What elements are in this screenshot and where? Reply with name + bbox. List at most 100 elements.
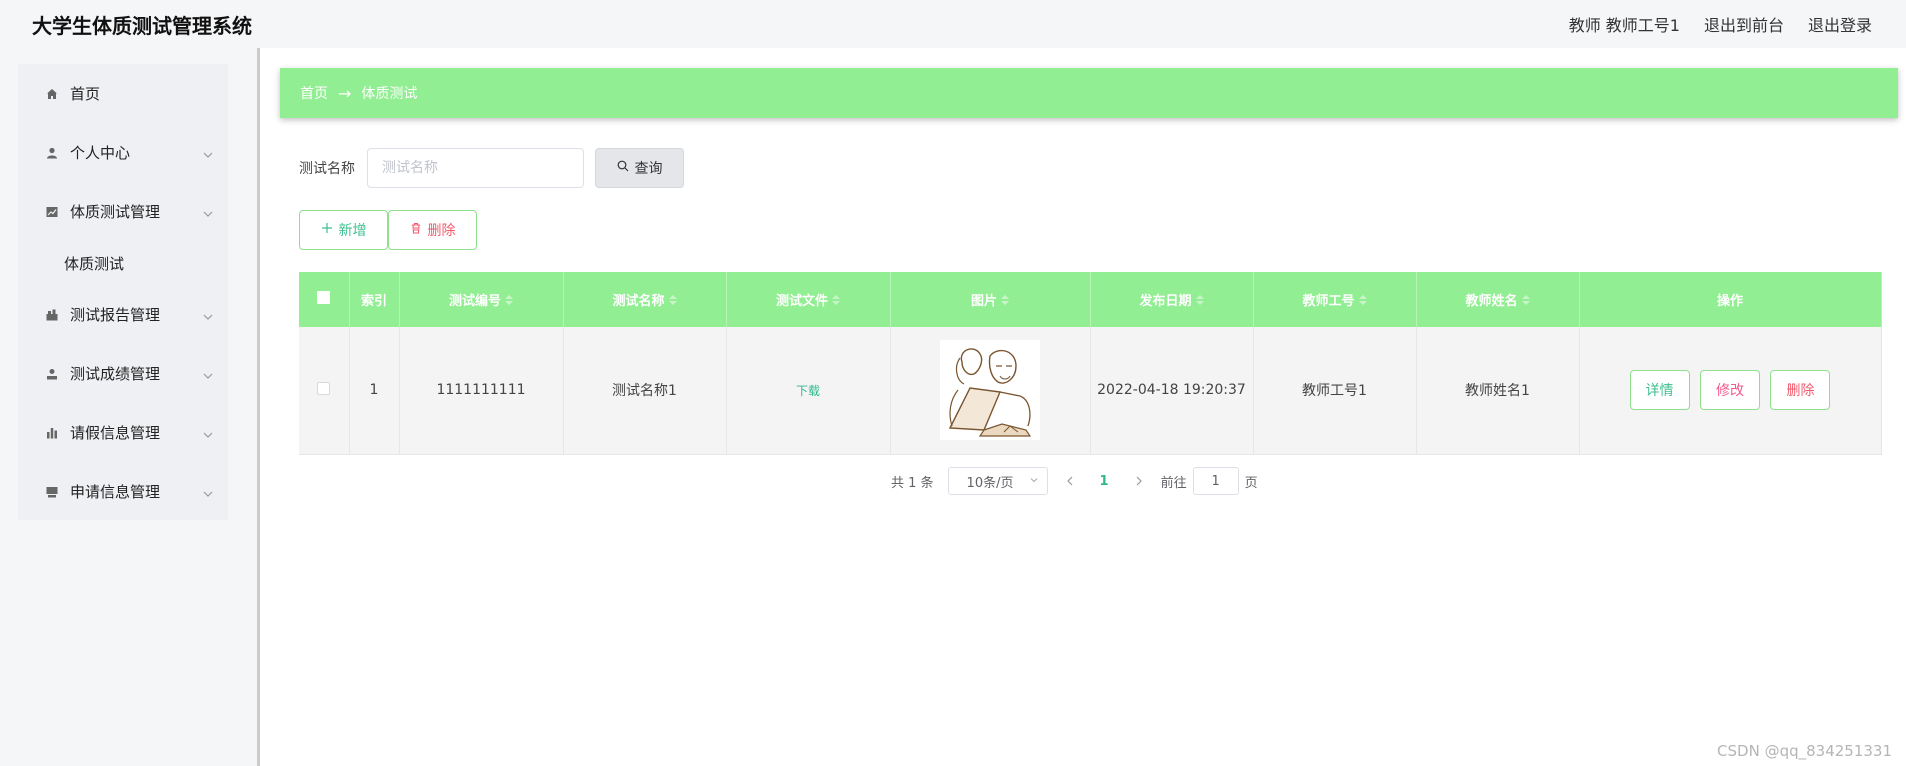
sidebar-item-leave-info-management[interactable]: 请假信息管理 [18,403,228,462]
query-button[interactable]: 查询 [595,148,684,188]
watermark: CSDN @qq_834251331 [1717,742,1892,760]
batch-delete-button[interactable]: 删除 [388,210,477,250]
logout-link[interactable]: 退出登录 [1808,12,1872,36]
user-icon [44,145,60,161]
sidebar-item-label: 体质测试管理 [70,203,161,221]
page-size-select[interactable]: 10条/页 [947,467,1048,495]
page-size-value: 10条/页 [966,475,1014,491]
sidebar: 首页 个人中心 体质测试管理 体质测试 测试报告管理 测试成绩管理 请假信息管理… [18,64,228,520]
sort-icon [1358,294,1367,309]
prev-page-button[interactable] [1064,476,1076,486]
data-table: 索引 测试编号 测试名称 测试文件 图片 发布日期 教师工号 教师姓名 操作 1… [299,272,1882,455]
chart-icon [44,204,60,220]
table-row: 1 1111111111 测试名称1 下载 2022-04-18 19:20:3… [299,327,1882,454]
breadcrumb-current: 体质测试 [361,86,418,102]
cell-test-file: 下载 [726,327,891,454]
chevron-down-icon [202,147,214,159]
column-header-test-file[interactable]: 测试文件 [726,272,891,327]
sidebar-item-test-score-management[interactable]: 测试成绩管理 [18,344,228,403]
row-delete-button[interactable]: 删除 [1770,370,1831,411]
sidebar-item-label: 测试成绩管理 [70,365,161,383]
cell-teacher-name: 教师姓名1 [1416,327,1580,454]
column-header-publish-date[interactable]: 发布日期 [1090,272,1254,327]
goto-page-input[interactable] [1192,467,1239,495]
trash-icon [410,222,422,238]
download-link[interactable]: 下载 [796,384,820,398]
exit-to-frontend-link[interactable]: 退出到前台 [1704,12,1784,36]
home-icon [44,86,60,102]
search-icon [617,160,629,176]
select-all-checkbox[interactable] [317,291,331,304]
column-header-teacher-no[interactable]: 教师工号 [1253,272,1417,327]
chevron-down-icon [202,486,214,498]
sidebar-item-label: 首页 [70,85,101,103]
column-header-test-name[interactable]: 测试名称 [563,272,727,327]
search-form: 测试名称 查询 [299,148,684,188]
report-icon [44,307,60,323]
column-header-label: 测试文件 [775,294,828,309]
column-header-label: 测试编号 [448,294,501,309]
column-header-test-no[interactable]: 测试编号 [399,272,564,327]
column-header: 索引 [349,272,400,327]
sort-icon [832,294,840,309]
row-select-cell [299,327,350,454]
sidebar-item-personal-center[interactable]: 个人中心 [18,123,228,182]
sidebar-item-label: 申请信息管理 [70,483,161,501]
column-header-label: 发布日期 [1139,294,1192,309]
sort-icon [1521,294,1530,309]
breadcrumb: 首页 → 体质测试 [280,68,1898,118]
goto-suffix: 页 [1244,475,1258,491]
plus-icon [321,222,333,238]
column-header-image[interactable]: 图片 [890,272,1091,327]
top-bar: 大学生体质测试管理系统 教师 教师工号1 退出到前台 退出登录 [0,0,1906,48]
sidebar-item-test-report-management[interactable]: 测试报告管理 [18,285,228,344]
row-checkbox[interactable] [317,381,331,395]
sort-icon [1195,294,1204,309]
cell-teacher-no: 教师工号1 [1253,327,1417,454]
cell-operations: 详情 修改 删除 [1579,327,1882,454]
chevron-down-icon [202,427,214,439]
sidebar-subitem-fitness-test[interactable]: 体质测试 [18,241,228,285]
cell-image [890,327,1091,454]
chevron-down-icon [202,206,214,218]
person-icon [44,366,60,382]
search-label: 测试名称 [299,161,355,177]
sort-icon [1001,294,1009,309]
bar-chart-icon [44,425,60,441]
goto-label: 前往 [1160,475,1187,491]
sort-icon [505,294,513,309]
cell-index: 1 [349,327,400,454]
sidebar-item-label: 测试报告管理 [70,306,161,324]
pagination-total: 共 1 条 [891,475,934,491]
sidebar-item-application-info-management[interactable]: 申请信息管理 [18,462,228,521]
column-header-teacher-name[interactable]: 教师姓名 [1416,272,1580,327]
add-button[interactable]: 新增 [299,210,388,250]
breadcrumb-home[interactable]: 首页 [300,83,328,103]
edit-button[interactable]: 修改 [1700,370,1760,411]
detail-button[interactable]: 详情 [1629,370,1690,411]
test-thumbnail-image[interactable] [940,340,1040,441]
cell-publish-date: 2022-04-18 19:20:37 [1090,327,1254,454]
cell-test-no: 1111111111 [399,327,564,454]
table-header-row: 索引 测试编号 测试名称 测试文件 图片 发布日期 教师工号 教师姓名 操作 [299,272,1882,327]
column-header-label: 教师姓名 [1465,294,1518,309]
current-user-label: 教师 教师工号1 [1568,16,1680,35]
column-header-operations: 操作 [1579,272,1882,327]
query-button-label: 查询 [634,161,663,177]
delete-button-label: 删除 [427,223,456,239]
sort-icon [668,294,677,309]
next-page-button[interactable] [1133,476,1145,486]
chevron-down-icon [202,309,214,321]
chevron-down-icon [202,368,214,380]
top-right-menu: 教师 教师工号1 退出到前台 退出登录 [1569,12,1872,36]
add-button-label: 新增 [338,223,367,239]
sidebar-item-fitness-test-management[interactable]: 体质测试管理 [18,182,228,241]
page-number[interactable]: 1 [1100,474,1109,489]
column-header-label: 教师工号 [1302,294,1355,309]
test-name-search-input[interactable] [367,148,584,188]
select-all-cell [299,272,350,327]
column-header-label: 测试名称 [612,294,665,309]
sidebar-item-label: 请假信息管理 [70,424,161,442]
cell-test-name: 测试名称1 [563,327,727,454]
sidebar-item-home[interactable]: 首页 [18,64,228,123]
